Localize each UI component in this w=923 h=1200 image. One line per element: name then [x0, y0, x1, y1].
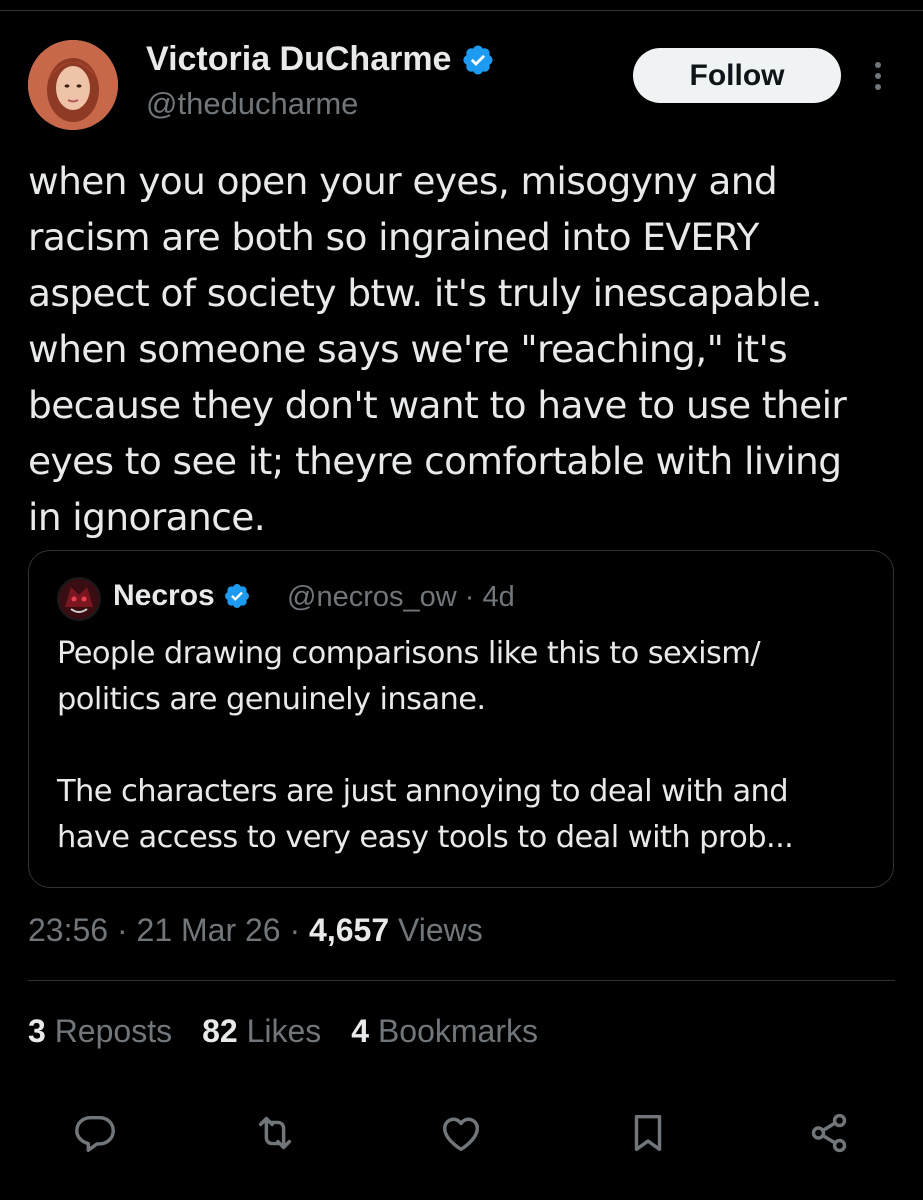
bookmarks-label: Bookmarks — [369, 1013, 538, 1049]
quote-author-avatar — [57, 577, 101, 621]
quote-handle-time: @necros_ow · 4d — [287, 581, 515, 613]
tweet-time[interactable]: 23:56 — [28, 912, 108, 948]
author-name-text[interactable]: Victoria DuCharme — [146, 40, 451, 79]
like-icon[interactable] — [438, 1110, 484, 1156]
reposts-stat[interactable]: 3 Reposts — [28, 1013, 172, 1050]
tweet-date[interactable]: 21 Mar 26 — [137, 912, 281, 948]
quote-author-name: Necros — [113, 579, 251, 613]
repost-icon[interactable] — [252, 1110, 298, 1156]
verified-badge-icon — [463, 44, 493, 75]
reposts-count: 3 — [28, 1013, 46, 1049]
views-label[interactable]: Views — [389, 912, 483, 948]
meta-separator: · — [280, 912, 310, 948]
quote-text: People drawing comparisons like this to … — [57, 636, 794, 855]
bookmarks-stat[interactable]: 4 Bookmarks — [351, 1013, 538, 1050]
meta-separator: · — [108, 912, 137, 948]
reposts-label: Reposts — [45, 1013, 173, 1049]
bookmarks-count: 4 — [351, 1013, 370, 1049]
top-divider — [0, 10, 923, 11]
likes-stat[interactable]: 82 Likes — [202, 1013, 321, 1050]
engagement-stats: 3 Reposts 82 Likes 4 Bookmarks — [28, 1013, 538, 1050]
tweet-text: when you open your eyes, misogyny and ra… — [28, 159, 847, 539]
likes-label: Likes — [237, 1013, 322, 1049]
divider — [28, 980, 895, 981]
author-name[interactable]: Victoria DuCharme — [146, 40, 495, 79]
bookmark-icon[interactable] — [625, 1110, 671, 1156]
quote-author-name-text: Necros — [113, 579, 215, 612]
follow-button[interactable]: Follow — [633, 48, 841, 103]
likes-count: 82 — [202, 1013, 238, 1049]
quote-verified-badge-icon — [224, 584, 249, 608]
share-icon[interactable] — [806, 1110, 852, 1156]
quoted-tweet-card[interactable]: Necros @necros_ow · 4d People drawing co… — [28, 550, 894, 888]
tweet-meta: 23:56 · 21 Mar 26 · 4,657 Views — [28, 912, 483, 949]
author-handle[interactable]: @theducharme — [146, 86, 358, 122]
views-count[interactable]: 4,657 — [309, 912, 389, 948]
author-avatar[interactable] — [28, 40, 118, 130]
more-vertical-icon[interactable] — [866, 58, 890, 94]
reply-icon[interactable] — [72, 1110, 118, 1156]
